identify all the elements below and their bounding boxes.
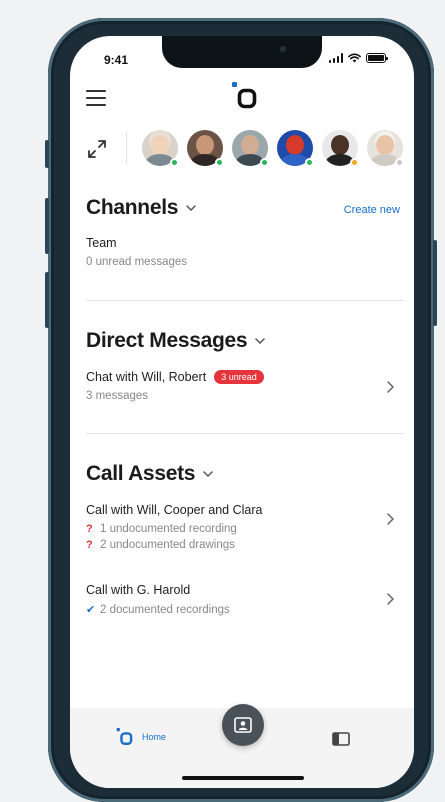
section-divider <box>86 433 404 434</box>
side-button-mute <box>45 140 49 168</box>
question-icon: ? <box>86 523 93 535</box>
offline-status-dot <box>395 158 404 167</box>
side-button-power <box>433 240 437 326</box>
channel-unread-count: 0 unread messages <box>86 256 188 268</box>
online-status-dot <box>260 158 269 167</box>
avatar[interactable] <box>142 130 179 167</box>
create-new-link[interactable]: Create new <box>344 204 400 216</box>
signal-icon <box>328 53 343 63</box>
battery-icon <box>366 53 388 63</box>
tab-bar: Home <box>70 704 414 788</box>
chevron-right-icon <box>387 593 394 605</box>
chevron-down-icon <box>203 471 213 477</box>
call-assets-header[interactable]: Call Assets <box>86 462 213 486</box>
call-detail: 1 undocumented recording <box>100 523 237 535</box>
direct-messages-title: Direct Messages <box>86 329 248 352</box>
avatar[interactable] <box>367 130 404 167</box>
channel-name: Team <box>86 236 117 250</box>
call-assets-title: Call Assets <box>86 462 196 485</box>
call-name: Call with G. Harold <box>86 583 191 597</box>
status-icons <box>328 53 388 63</box>
home-logo-icon <box>116 728 133 745</box>
home-tab-label: Home <box>142 732 167 742</box>
chat-name: Chat with Will, Robert <box>86 370 207 384</box>
avatar[interactable] <box>232 130 269 167</box>
chevron-right-icon <box>387 513 394 525</box>
contact-card-icon <box>234 717 252 733</box>
list-item[interactable]: Call with Will, Cooper and Clara ? 1 und… <box>86 503 402 551</box>
list-item[interactable]: Chat with Will, Robert 3 unread 3 messag… <box>86 370 402 402</box>
home-indicator <box>182 776 304 780</box>
online-status-dot <box>170 158 179 167</box>
away-status-dot <box>350 158 359 167</box>
phone-screen: 9:41 Channels Create new Team 0 unread m… <box>70 36 414 788</box>
contacts-button[interactable] <box>222 704 264 746</box>
side-button-volume-up <box>45 198 49 254</box>
direct-messages-header[interactable]: Direct Messages <box>86 329 266 353</box>
call-name: Call with Will, Cooper and Clara <box>86 503 263 517</box>
notch <box>162 36 322 68</box>
status-time: 9:41 <box>104 53 129 67</box>
avatar[interactable] <box>277 130 314 167</box>
side-button-volume-down <box>45 272 49 328</box>
wifi-icon <box>348 53 361 63</box>
hamburger-menu-icon[interactable] <box>86 90 106 106</box>
avatar-divider <box>126 132 127 164</box>
channels-header[interactable]: Channels <box>86 196 196 220</box>
participant-avatars <box>142 130 404 167</box>
chevron-right-icon <box>387 381 394 393</box>
avatar[interactable] <box>187 130 224 167</box>
question-icon: ? <box>86 539 93 551</box>
online-status-dot <box>305 158 314 167</box>
front-camera <box>280 46 286 52</box>
channels-title: Channels <box>86 196 179 219</box>
expand-icon[interactable] <box>88 140 106 158</box>
chevron-down-icon <box>186 205 196 211</box>
message-count: 3 messages <box>86 390 149 402</box>
library-book-icon[interactable] <box>332 732 350 746</box>
chevron-down-icon <box>255 338 266 344</box>
call-detail: 2 documented recordings <box>100 603 230 616</box>
avatar[interactable] <box>322 130 359 167</box>
call-detail: 2 undocumented drawings <box>100 539 235 551</box>
list-item[interactable]: Call with G. Harold ✔ 2 documented recor… <box>86 583 402 616</box>
unread-badge: 3 unread <box>214 370 264 384</box>
list-item[interactable]: Team 0 unread messages <box>86 236 402 268</box>
app-logo <box>232 82 257 109</box>
tab-home[interactable]: Home <box>116 728 166 746</box>
check-icon: ✔ <box>86 604 96 616</box>
section-divider <box>86 300 404 301</box>
online-status-dot <box>215 158 224 167</box>
